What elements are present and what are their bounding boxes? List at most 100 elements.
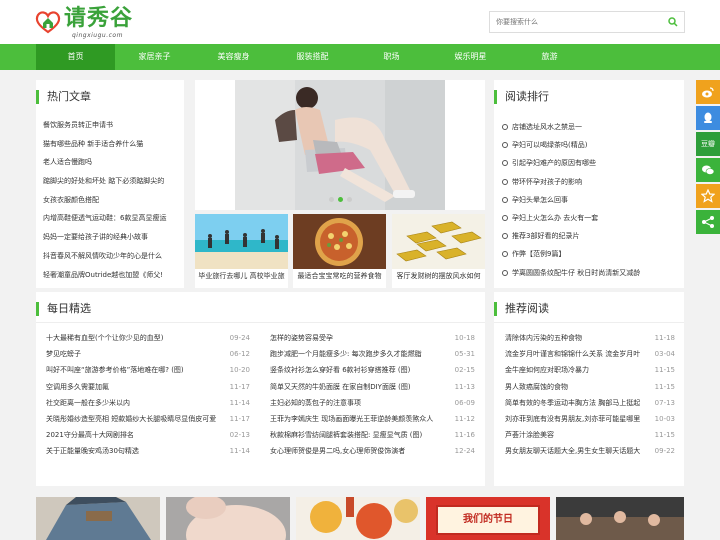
featured-slider[interactable]: [195, 80, 485, 210]
divider: [494, 322, 684, 323]
thumb-caption[interactable]: 最适合宝宝常吃的营养食物: [293, 271, 386, 281]
daily-item[interactable]: 秋款棉麻衫雪纺阔腿裤套装搭配: 显瘦显气质 (图) 11-16: [270, 427, 475, 443]
rank-item[interactable]: 作弊【范例9篇】: [502, 245, 640, 263]
circle-bullet-icon: [502, 160, 508, 167]
slider-photo-woman[interactable]: [235, 80, 445, 210]
daily-item[interactable]: 王菲为李嫣庆生 现场画面曝光王菲逆龄美颜羡煞众人 11-12: [270, 411, 475, 427]
daily-item[interactable]: 竖条纹衬衫怎么穿好看 6款衬衫穿搭推荐 (图) 02-15: [270, 362, 475, 378]
rank-item[interactable]: 引起孕妇难产的原因有哪些: [502, 154, 640, 172]
rank-item[interactable]: 学离圆圆条纹配牛仔 秋日时尚清新又减龄: [502, 264, 640, 282]
circle-bullet-icon: [502, 196, 508, 203]
daily-picks-left-list: 十大最稀有血型(个个让你少见的血型) 09-24 梦见吃螃子 06-12 叫好不叫座…: [46, 330, 250, 460]
circle-bullet-icon: [502, 124, 508, 130]
recommended-item[interactable]: 男女朋友聊天话题大全,男生女生聊天话题大 09-22: [505, 443, 675, 459]
share-qq-button[interactable]: [696, 106, 720, 130]
logo-text: 请秀谷: [64, 6, 134, 31]
recommended-item[interactable]: 芦荟汁涂脸美容 11-15: [505, 427, 675, 443]
daily-item[interactable]: 关于正能量晚安鸡汤30句精选 11-14: [46, 443, 250, 459]
circle-bullet-icon: [502, 142, 508, 149]
hot-article-item[interactable]: 妈妈一定要给孩子讲的经典小故事: [43, 228, 183, 247]
logo-domain: qingxiugu.com: [72, 32, 123, 39]
rank-item[interactable]: 店铺选址风水之禁忌一: [502, 118, 640, 136]
daily-item[interactable]: 女心理师贺俊是男二吗,女心理师贺俊饰演者 12-24: [270, 443, 475, 459]
site-header: 请秀谷 qingxiugu.com: [0, 0, 720, 44]
hot-article-item[interactable]: 踮脚尖的好处和坏处 踮下必须踮脚尖的: [43, 172, 183, 191]
daily-item[interactable]: 十大最稀有血型(个个让你少见的血型) 09-24: [46, 330, 250, 346]
circle-bullet-icon: [502, 214, 508, 221]
featured-thumbnails: 毕业旅行去哪儿 高校毕业旅 最适合宝宝常吃的营养食物 客厅发财树的摆放风水如何: [195, 214, 485, 288]
search-icon[interactable]: [668, 17, 678, 27]
bottom-banner-festival[interactable]: 我们的节日: [426, 497, 550, 540]
rank-item[interactable]: 孕妇头晕怎么回事: [502, 191, 640, 209]
bottom-photo-food[interactable]: [296, 497, 420, 540]
favorite-button[interactable]: [696, 184, 720, 208]
nav-item-travel[interactable]: 旅游: [510, 44, 589, 70]
bottom-photo-bag[interactable]: [36, 497, 160, 540]
festival-banner-text: 我们的节日: [436, 505, 540, 535]
rank-item[interactable]: 孕妇可以喝绿茶吗(精品): [502, 136, 640, 154]
bottom-photo-pregnancy[interactable]: [166, 497, 290, 540]
recommended-item[interactable]: 男人致癌腐蚀的食物 11-15: [505, 379, 675, 395]
daily-picks-right-list: 怎样的姿势容易受孕 10-18 跑步减肥一个月能瘦多少: 每次跑步多久才能燃脂 05…: [270, 330, 475, 460]
hot-article-item[interactable]: 女孩衣服颜色搭配: [43, 191, 183, 210]
qq-icon: [704, 112, 712, 123]
recommended-item[interactable]: 刘亦菲到底有没有男朋友,刘亦菲可能星哪里 10-03: [505, 411, 675, 427]
daily-item[interactable]: 空调用多久需要加氟 11-17: [46, 379, 250, 395]
daily-item[interactable]: 关晓彤婚纱造型亮相 短款婚纱大长腿吸睛尽显俏皮可爱 11-17: [46, 411, 250, 427]
nav-item-home[interactable]: 首页: [36, 44, 115, 70]
daily-item[interactable]: 叫好不叫座“旅游参考价格”落地难在哪? (图) 10-20: [46, 362, 250, 378]
nav-item-beauty[interactable]: 美容瘦身: [194, 44, 273, 70]
nav-item-workplace[interactable]: 职场: [352, 44, 431, 70]
slider-dot[interactable]: [328, 197, 334, 202]
search-input[interactable]: [490, 12, 660, 32]
thumb-photo-beach: [195, 214, 288, 269]
rank-item[interactable]: 推荐3部好看的纪录片: [502, 227, 640, 245]
daily-item[interactable]: 2021守分最高十大网剧排名 02-13: [46, 427, 250, 443]
search-box: [489, 11, 685, 33]
share-sidebar: 豆瓣: [696, 80, 720, 236]
thumb-photo-gold-bars: [392, 214, 485, 269]
recommended-item[interactable]: 金牛座如何应对职场冷暴力 11-15: [505, 362, 675, 378]
hot-article-item[interactable]: 猫有哪些品种 新手适合养什么猫: [43, 135, 183, 154]
thumb-card[interactable]: 最适合宝宝常吃的营养食物: [293, 214, 386, 288]
daily-item[interactable]: 怎样的姿势容易受孕 10-18: [270, 330, 475, 346]
thumb-caption[interactable]: 毕业旅行去哪儿 高校毕业旅: [195, 271, 288, 281]
divider: [36, 322, 485, 323]
thumb-card[interactable]: 毕业旅行去哪儿 高校毕业旅: [195, 214, 288, 288]
reading-rank-panel: 阅读排行 店铺选址风水之禁忌一 孕妇可以喝绿茶吗(精品) 引起孕妇难产的原因有哪…: [494, 80, 684, 288]
hot-article-item[interactable]: 抖音春风不解风情吹动少年的心是什么: [43, 247, 183, 266]
thumb-caption[interactable]: 客厅发财树的摆放风水如何: [392, 271, 485, 281]
circle-bullet-icon: [502, 178, 508, 185]
hot-article-item[interactable]: 餐饮服务员转正申请书: [43, 116, 183, 135]
logo-heart-house-icon: [35, 11, 61, 34]
nav-item-fashion[interactable]: 服装搭配: [273, 44, 352, 70]
hot-article-item[interactable]: 老人适合慢跑吗: [43, 153, 183, 172]
site-logo[interactable]: 请秀谷 qingxiugu.com: [34, 6, 144, 40]
share-button[interactable]: [696, 210, 720, 234]
hot-article-item[interactable]: 轻奢潮童品牌Outride越也加盟《师父!: [43, 266, 183, 285]
slider-dot-active[interactable]: [337, 197, 343, 202]
recommended-title: 推荐阅读: [494, 302, 549, 316]
bottom-photo-event[interactable]: [556, 497, 684, 540]
recommended-item[interactable]: 流金岁月叶谨言和锦锦什么关系 流金岁月叶 03-04: [505, 346, 675, 362]
rank-item[interactable]: 带环怀孕对孩子的影响: [502, 173, 640, 191]
recommended-item[interactable]: 清除体内污染的五种食物 11-18: [505, 330, 675, 346]
slider-dots: [195, 195, 485, 204]
daily-item[interactable]: 梦见吃螃子 06-12: [46, 346, 250, 362]
hot-article-item[interactable]: 内增高鞋便透气运动鞋：6款显高显瘦运: [43, 209, 183, 228]
daily-item[interactable]: 主妇必知的蒸包子的注意事项 06-09: [270, 395, 475, 411]
nav-item-entertainment[interactable]: 娱乐明星: [431, 44, 510, 70]
thumb-card[interactable]: 客厅发财树的摆放风水如何: [392, 214, 485, 288]
share-wechat-button[interactable]: [696, 158, 720, 182]
reading-rank-list: 店铺选址风水之禁忌一 孕妇可以喝绿茶吗(精品) 引起孕妇难产的原因有哪些 带环怀…: [502, 118, 640, 282]
slider-dot[interactable]: [346, 197, 352, 202]
weibo-icon: [702, 87, 714, 98]
daily-item[interactable]: 社交距离一般在多少米以内 11-14: [46, 395, 250, 411]
daily-item[interactable]: 简单又天然的牛奶面膜 在家自制DIY面膜 (图) 11-13: [270, 379, 475, 395]
nav-item-home-family[interactable]: 家居亲子: [115, 44, 194, 70]
recommended-item[interactable]: 简单有效的冬季运动丰胸方法 胸部马上挺起 07-13: [505, 395, 675, 411]
share-weibo-button[interactable]: [696, 80, 720, 104]
rank-item[interactable]: 孕妇上火怎么办 去火有一套: [502, 209, 640, 227]
daily-item[interactable]: 跑步减肥一个月能瘦多少: 每次跑步多久才能燃脂 05-31: [270, 346, 475, 362]
share-douban-button[interactable]: 豆瓣: [696, 132, 720, 156]
